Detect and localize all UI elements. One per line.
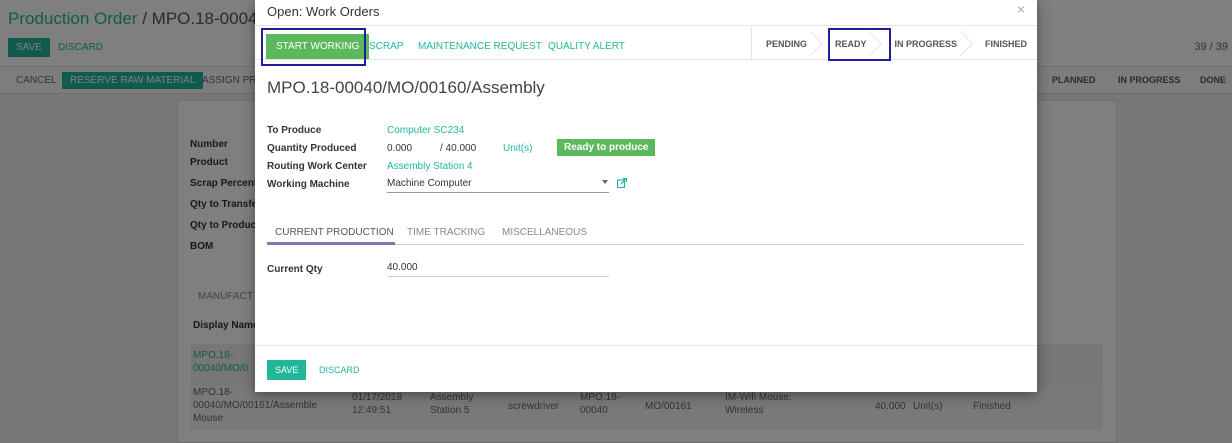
highlight-ready-stage: [828, 28, 891, 61]
work-order-dialog: Open: Work Orders × START WORKING SCRAP …: [255, 0, 1037, 392]
stage-pipeline: PENDING READY IN PROGRESS FINISHED: [750, 27, 1037, 61]
to-produce-label: To Produce: [267, 125, 322, 136]
external-link-icon[interactable]: [617, 178, 627, 188]
active-tab-indicator: [267, 242, 395, 245]
current-qty-label: Current Qty: [267, 264, 323, 275]
work-order-title: MPO.18-00040/MO/00160/Assembly: [267, 78, 545, 97]
current-qty-field[interactable]: 40.000: [387, 262, 609, 277]
save-button[interactable]: SAVE: [267, 360, 307, 380]
close-icon[interactable]: ×: [1017, 1, 1025, 17]
routing-work-center-label: Routing Work Center: [267, 161, 367, 172]
notebook-tabs: CURRENT PRODUCTION TIME TRACKING MISCELL…: [267, 222, 1024, 245]
working-machine-value: Machine Computer: [387, 178, 472, 189]
dialog-title: Open: Work Orders: [267, 4, 380, 19]
dialog-header: Open: Work Orders ×: [255, 0, 1037, 26]
working-machine-label: Working Machine: [267, 179, 350, 190]
stage-pending[interactable]: PENDING: [752, 27, 817, 61]
discard-button[interactable]: DISCARD: [319, 365, 360, 375]
ready-to-produce-badge: Ready to produce: [557, 139, 656, 156]
quantity-produced-label: Quantity Produced: [267, 143, 357, 154]
quantity-total: / 40.000: [440, 143, 477, 154]
chevron-down-icon[interactable]: [602, 180, 608, 184]
working-machine-select[interactable]: Machine Computer: [387, 176, 609, 193]
tab-current-production[interactable]: CURRENT PRODUCTION: [275, 227, 394, 238]
scrap-button[interactable]: SCRAP: [369, 41, 403, 52]
quality-alert-button[interactable]: QUALITY ALERT: [548, 41, 625, 52]
maintenance-request-button[interactable]: MAINTENANCE REQUEST: [418, 41, 542, 52]
tab-miscellaneous[interactable]: MISCELLANEOUS: [502, 227, 587, 238]
routing-work-center-value[interactable]: Assembly Station 4: [387, 161, 473, 172]
dialog-footer: SAVE DISCARD: [255, 345, 1037, 392]
stage-finished[interactable]: FINISHED: [967, 27, 1037, 61]
tab-time-tracking[interactable]: TIME TRACKING: [407, 227, 485, 238]
quantity-produced-value: 0.000: [387, 143, 413, 154]
highlight-start-working: [261, 28, 366, 66]
unit-link[interactable]: Unit(s): [503, 143, 532, 154]
to-produce-value[interactable]: Computer SC234: [387, 125, 464, 136]
